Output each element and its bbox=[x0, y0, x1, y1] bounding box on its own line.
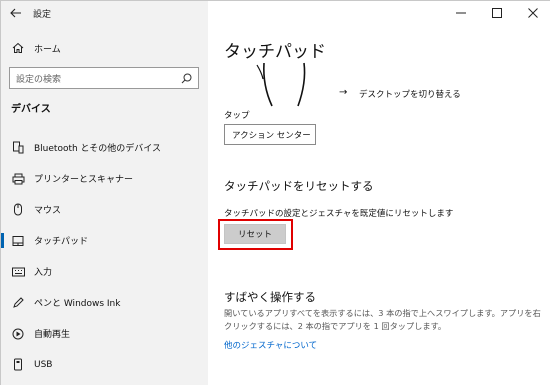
sidebar-item-touchpad[interactable]: タッチパッド bbox=[1, 225, 208, 256]
title-bar: 設定 bbox=[1, 1, 208, 25]
sidebar-item-pen[interactable]: ペンと Windows Ink bbox=[1, 287, 208, 318]
section-title: デバイス bbox=[11, 104, 51, 115]
nav-list: Bluetooth とその他のデバイス プリンターとスキャナー マウス タッチパ… bbox=[1, 132, 208, 380]
printer-icon bbox=[11, 172, 25, 186]
home-label: ホーム bbox=[34, 44, 61, 55]
quick-description: 開いているアプリすべてを表示するには、3 本の指で上へスワイプします。アプリを右… bbox=[224, 308, 541, 331]
close-button[interactable] bbox=[515, 1, 550, 25]
window-controls bbox=[443, 1, 550, 25]
settings-search-input[interactable]: 設定の検索 bbox=[9, 67, 199, 89]
maximize-button[interactable] bbox=[479, 1, 515, 25]
sidebar-item-label: ペンと Windows Ink bbox=[34, 299, 121, 309]
sidebar-item-label: プリンターとスキャナー bbox=[34, 175, 134, 185]
mouse-icon bbox=[11, 203, 25, 217]
quick-heading: すばやく操作する bbox=[224, 290, 316, 304]
window-title: 設定 bbox=[33, 9, 52, 20]
sidebar-item-label: 入力 bbox=[34, 268, 53, 278]
sidebar-item-autoplay[interactable]: 自動再生 bbox=[1, 318, 208, 349]
touchpad-icon bbox=[11, 234, 25, 248]
usb-icon bbox=[11, 358, 25, 372]
gesture-arrow: → bbox=[339, 87, 348, 98]
home-icon bbox=[11, 41, 25, 55]
search-placeholder: 設定の検索 bbox=[16, 74, 62, 85]
settings-window: 設定 ホーム 設定の検索 デバイス Bluetooth とその他のデバイス プリ… bbox=[0, 0, 550, 385]
gesture-action-text: デスクトップを切り替える bbox=[359, 90, 461, 100]
search-icon bbox=[181, 73, 192, 83]
three-finger-swipe-illustration bbox=[256, 62, 306, 107]
reset-description: タッチパッドの設定とジェスチャを既定値にリセットします bbox=[224, 209, 454, 219]
sidebar-item-printers[interactable]: プリンターとスキャナー bbox=[1, 163, 208, 194]
back-arrow-icon bbox=[10, 8, 21, 18]
sidebar-item-label: マウス bbox=[34, 206, 62, 216]
maximize-icon bbox=[492, 8, 502, 18]
sidebar-item-label: USB bbox=[34, 359, 53, 370]
sidebar: 設定 ホーム 設定の検索 デバイス Bluetooth とその他のデバイス プリ… bbox=[1, 1, 208, 385]
reset-heading: タッチパッドをリセットする bbox=[224, 179, 374, 193]
other-gestures-link[interactable]: 他のジェスチャについて bbox=[224, 339, 317, 351]
tap-label: タップ bbox=[224, 111, 250, 121]
bluetooth-devices-icon bbox=[11, 141, 25, 155]
sidebar-item-label: Bluetooth とその他のデバイス bbox=[34, 144, 162, 154]
reset-button[interactable]: リセット bbox=[224, 224, 286, 244]
minimize-button[interactable] bbox=[443, 1, 479, 25]
sidebar-item-usb[interactable]: USB bbox=[1, 349, 208, 380]
keyboard-icon bbox=[11, 265, 25, 279]
sidebar-item-mouse[interactable]: マウス bbox=[1, 194, 208, 225]
sidebar-item-typing[interactable]: 入力 bbox=[1, 256, 208, 287]
back-button[interactable] bbox=[1, 1, 31, 25]
sidebar-item-label: タッチパッド bbox=[34, 237, 89, 247]
tap-action-dropdown[interactable]: アクション センター bbox=[224, 124, 316, 145]
page-title: タッチパッド bbox=[224, 42, 326, 62]
sidebar-item-label: 自動再生 bbox=[34, 330, 71, 340]
sidebar-item-bluetooth[interactable]: Bluetooth とその他のデバイス bbox=[1, 132, 208, 163]
tap-action-value: アクション センター bbox=[232, 130, 311, 141]
home-nav-item[interactable]: ホーム bbox=[1, 37, 208, 59]
close-icon bbox=[528, 8, 538, 18]
pen-icon bbox=[11, 296, 25, 310]
autoplay-icon bbox=[11, 327, 25, 341]
minimize-icon bbox=[456, 12, 466, 14]
main-content: タッチパッド → デスクトップを切り替える タップ アクション センター タッチ… bbox=[208, 1, 550, 385]
